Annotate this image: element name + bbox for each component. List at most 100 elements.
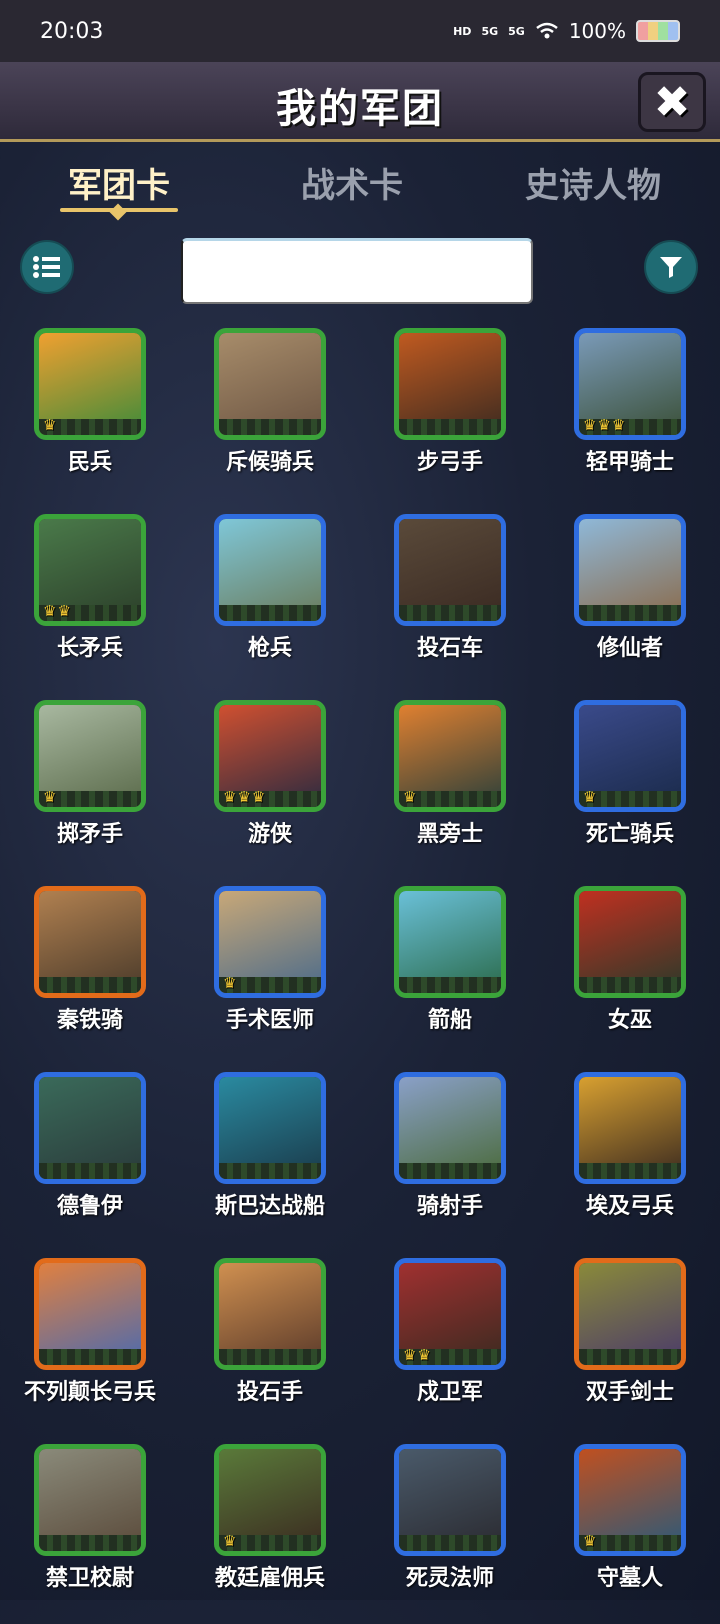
card-crowns: ♛ xyxy=(43,418,56,433)
legion-card[interactable]: ♛ ♛ ♛ 轻甲骑士 xyxy=(540,322,720,508)
list-view-button[interactable] xyxy=(20,240,74,294)
legion-card[interactable]: ♛ ♛ 长矛兵 xyxy=(0,508,180,694)
crown-icon: ♛ xyxy=(237,788,251,806)
legion-card[interactable]: ♛ 死亡骑兵 xyxy=(540,694,720,880)
card-frame xyxy=(34,1258,146,1370)
legion-card[interactable]: 投石手 xyxy=(180,1252,360,1438)
card-frame xyxy=(394,328,506,440)
crown-icon: ♛ xyxy=(223,1532,237,1550)
legion-card[interactable]: 箭船 xyxy=(360,880,540,1066)
crown-icon: ♛ xyxy=(417,1346,431,1364)
card-label: 死灵法师 xyxy=(405,1566,494,1591)
card-crowns: ♛ ♛ ♛ xyxy=(583,418,625,433)
card-frame xyxy=(34,1072,146,1184)
legion-card[interactable]: ♛ 黑旁士 xyxy=(360,694,540,880)
legion-card[interactable]: 德鲁伊 xyxy=(0,1066,180,1252)
close-button[interactable]: ✖ xyxy=(638,72,706,132)
card-frame: ♛ ♛ ♛ xyxy=(214,700,326,812)
filter-button[interactable] xyxy=(644,240,698,294)
card-frame xyxy=(394,1072,506,1184)
legion-card[interactable]: 步弓手 xyxy=(360,322,540,508)
card-label: 枪兵 xyxy=(247,636,292,661)
legion-card[interactable]: 修仙者 xyxy=(540,508,720,694)
legion-card[interactable]: 双手剑士 xyxy=(540,1252,720,1438)
crown-icon: ♛ xyxy=(43,416,57,434)
card-frame: ♛ ♛ xyxy=(34,514,146,626)
tab-legion-cards[interactable]: 军团卡 xyxy=(60,158,178,207)
legion-card[interactable]: 秦铁骑 xyxy=(0,880,180,1066)
card-grass-strip xyxy=(219,419,321,435)
card-label: 步弓手 xyxy=(416,450,483,475)
legion-card[interactable]: 不列颠长弓兵 xyxy=(0,1252,180,1438)
legion-card[interactable]: 斯巴达战船 xyxy=(180,1066,360,1252)
legion-card[interactable]: 死灵法师 xyxy=(360,1438,540,1624)
card-frame xyxy=(574,1072,686,1184)
crown-icon: ♛ xyxy=(583,1532,597,1550)
card-frame xyxy=(214,514,326,626)
card-grass-strip xyxy=(39,977,141,993)
card-frame xyxy=(394,886,506,998)
card-frame xyxy=(394,514,506,626)
legion-card[interactable]: ♛ 教廷雇佣兵 xyxy=(180,1438,360,1624)
card-label: 死亡骑兵 xyxy=(585,822,674,847)
signal-icon-1: 5G xyxy=(481,24,499,38)
card-grass-strip xyxy=(399,1163,501,1179)
tab-epic-heroes[interactable]: 史诗人物 xyxy=(518,158,668,207)
tab-tactic-cards[interactable]: 战术卡 xyxy=(290,158,414,207)
card-label: 埃及弓兵 xyxy=(585,1194,674,1219)
legion-card[interactable]: 枪兵 xyxy=(180,508,360,694)
crown-icon: ♛ xyxy=(223,974,237,992)
card-frame xyxy=(214,1258,326,1370)
title-bar: 我的军团 ✖ xyxy=(0,62,720,142)
card-grass-strip xyxy=(399,1535,501,1551)
card-grass-strip xyxy=(39,1535,141,1551)
card-label: 投石车 xyxy=(416,636,483,661)
legion-card[interactable]: 女巫 xyxy=(540,880,720,1066)
crown-icon: ♛ xyxy=(611,416,626,434)
legion-card[interactable]: ♛ 守墓人 xyxy=(540,1438,720,1624)
legion-card[interactable]: ♛ 手术医师 xyxy=(180,880,360,1066)
card-grass-strip xyxy=(39,1163,141,1179)
card-label: 游侠 xyxy=(247,822,292,847)
card-grass-strip xyxy=(399,605,501,621)
card-crowns: ♛ xyxy=(223,1534,236,1549)
list-icon xyxy=(33,256,60,278)
crown-icon: ♛ xyxy=(43,788,57,806)
card-frame: ♛ ♛ xyxy=(394,1258,506,1370)
legion-card[interactable]: ♛ ♛ 戍卫军 xyxy=(360,1252,540,1438)
card-label: 掷矛手 xyxy=(56,822,123,847)
status-icons: HD 5G 5G 100% xyxy=(453,19,680,43)
legion-card[interactable]: ♛ 民兵 xyxy=(0,322,180,508)
legion-card[interactable]: 骑射手 xyxy=(360,1066,540,1252)
legion-card[interactable]: ♛ ♛ ♛ 游侠 xyxy=(180,694,360,880)
crown-icon: ♛ xyxy=(583,788,597,806)
filter-icon xyxy=(660,257,682,278)
card-label: 秦铁骑 xyxy=(56,1008,123,1033)
card-grass-strip xyxy=(219,605,321,621)
card-frame: ♛ ♛ ♛ xyxy=(574,328,686,440)
legion-card[interactable]: 埃及弓兵 xyxy=(540,1066,720,1252)
status-time: 20:03 xyxy=(40,18,104,44)
close-icon: ✖ xyxy=(653,76,691,128)
card-label: 箭船 xyxy=(427,1008,472,1033)
crown-icon: ♛ xyxy=(597,416,611,434)
legion-card[interactable]: ♛ 掷矛手 xyxy=(0,694,180,880)
crown-icon: ♛ xyxy=(57,602,71,620)
card-label: 斯巴达战船 xyxy=(214,1194,325,1219)
card-grass-strip xyxy=(219,1349,321,1365)
card-label: 女巫 xyxy=(607,1008,652,1033)
card-grass-strip xyxy=(579,605,681,621)
card-frame: ♛ xyxy=(574,700,686,812)
legion-card[interactable]: 投石车 xyxy=(360,508,540,694)
card-frame: ♛ xyxy=(34,328,146,440)
search-input[interactable] xyxy=(181,238,533,304)
card-label: 民兵 xyxy=(67,450,112,475)
card-grass-strip xyxy=(579,977,681,993)
card-frame: ♛ xyxy=(34,700,146,812)
legion-card[interactable]: 斥候骑兵 xyxy=(180,322,360,508)
legion-card[interactable]: 禁卫校尉 xyxy=(0,1438,180,1624)
card-label: 戍卫军 xyxy=(416,1380,483,1405)
card-label: 双手剑士 xyxy=(585,1380,674,1405)
crown-icon: ♛ xyxy=(43,602,57,620)
card-label: 教廷雇佣兵 xyxy=(214,1566,325,1591)
